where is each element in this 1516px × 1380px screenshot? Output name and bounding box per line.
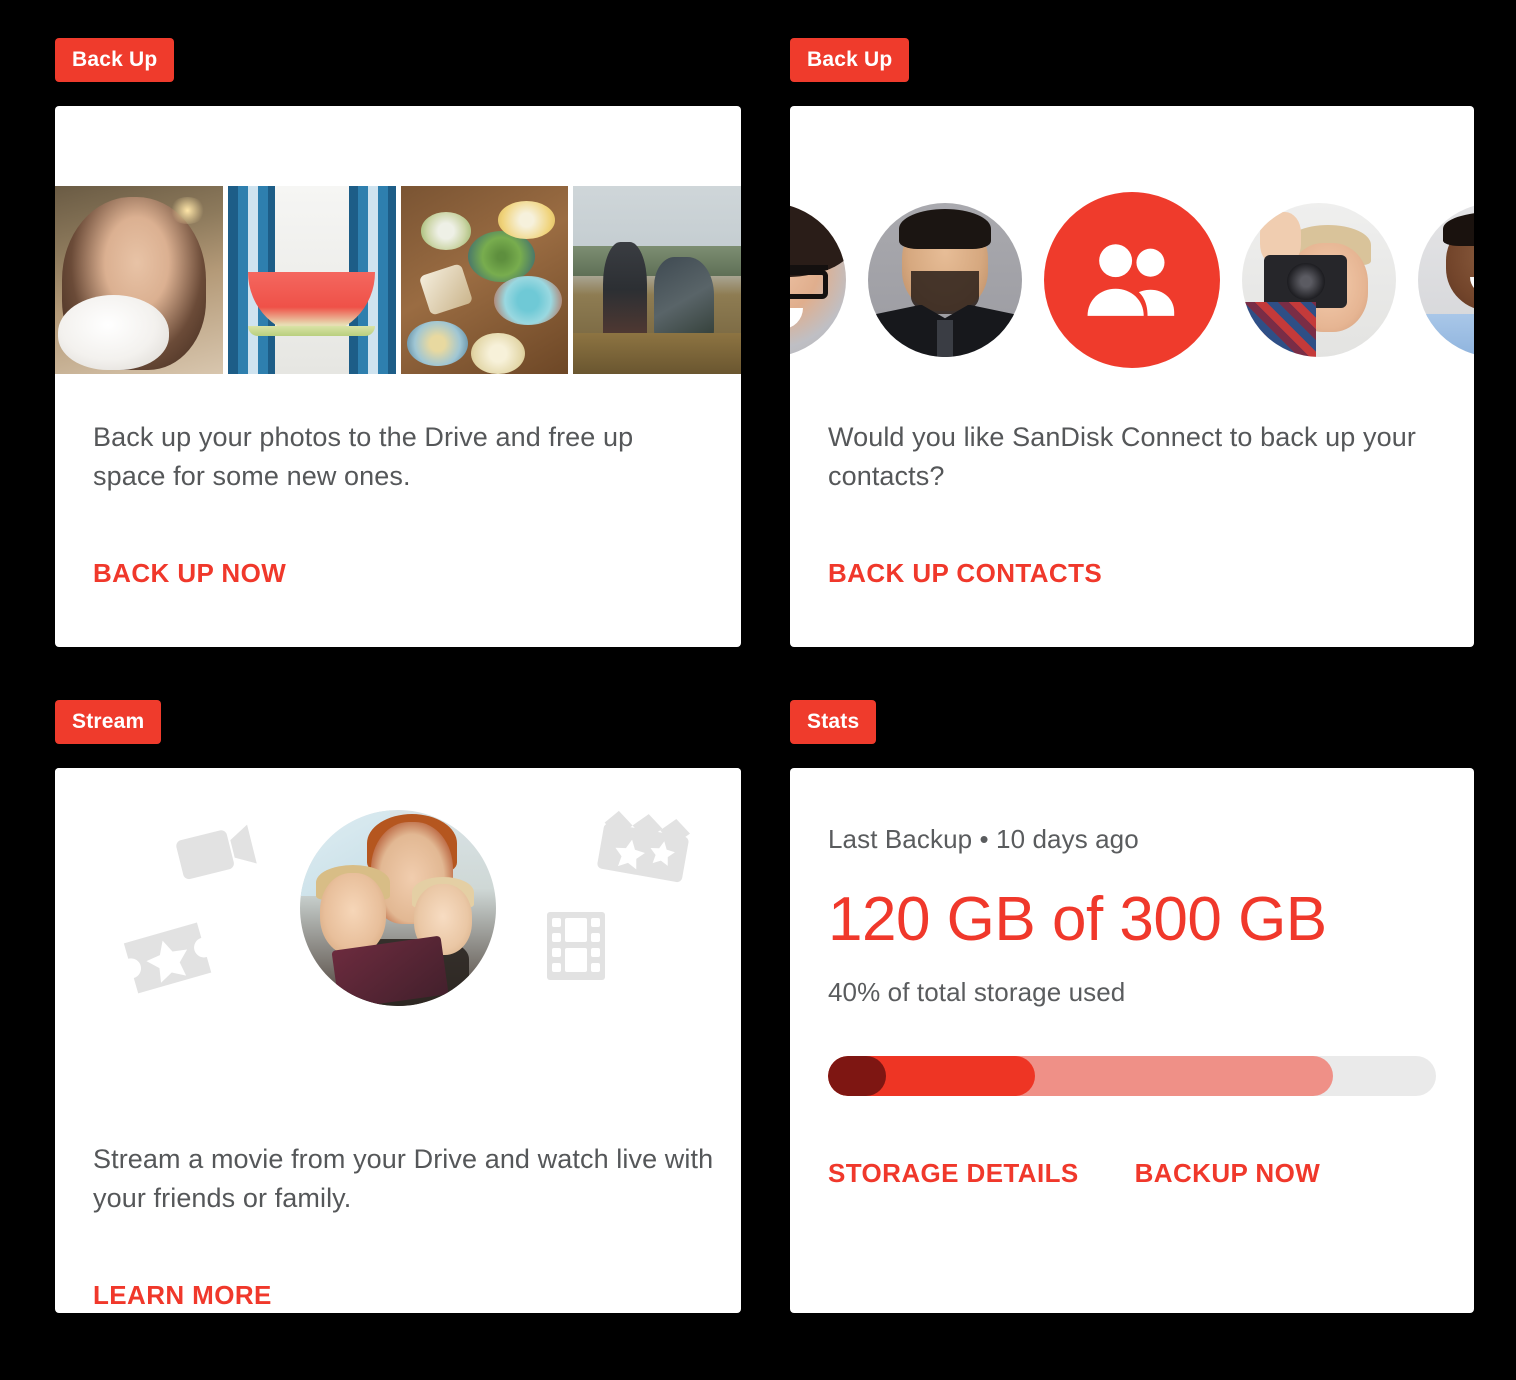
man-in-blue-shirt-avatar bbox=[1418, 203, 1474, 357]
mother-and-children-watching-tablet-photo bbox=[300, 810, 496, 1006]
tag-stream[interactable]: Stream bbox=[55, 700, 162, 744]
ticket-star-icon bbox=[123, 922, 212, 994]
hair-shape bbox=[898, 209, 992, 250]
storage-headline: 120 GB of 300 GB bbox=[828, 885, 1327, 954]
watermelon-slice-shape bbox=[247, 272, 376, 337]
backup-contacts-cell: Back Up Would you like SanDisk Connect t… bbox=[790, 38, 1474, 647]
woman-figure-shape bbox=[653, 257, 715, 344]
contacts-group-icon[interactable] bbox=[1044, 192, 1220, 368]
woman-with-glasses-avatar bbox=[790, 203, 846, 357]
bokeh-light bbox=[169, 197, 206, 224]
stream-illustration bbox=[55, 768, 741, 1064]
cards-board: Back Up Back up your photos to the Drive… bbox=[0, 0, 1516, 1380]
couple-outdoors-photo bbox=[573, 186, 741, 374]
backup-contacts-actions: BACK UP CONTACTS bbox=[828, 558, 1102, 589]
stream-actions: LEARN MORE bbox=[93, 1280, 272, 1311]
necktie-shape bbox=[937, 320, 953, 357]
backup-photos-cell: Back Up Back up your photos to the Drive… bbox=[55, 38, 741, 647]
learn-more-link[interactable]: LEARN MORE bbox=[93, 1280, 272, 1311]
food-dish-2 bbox=[467, 231, 535, 282]
last-backup-label: Last Backup • 10 days ago bbox=[828, 824, 1139, 854]
backup-now-link[interactable]: BACKUP NOW bbox=[1135, 1158, 1321, 1189]
storage-percent-label: 40% of total storage used bbox=[828, 977, 1126, 1007]
woman-with-camera-avatar bbox=[1242, 203, 1396, 357]
eyeglasses-shape bbox=[790, 264, 828, 299]
child-1-face-shape bbox=[319, 872, 387, 956]
food-dish-3 bbox=[497, 201, 555, 239]
backup-contacts-card[interactable]: Would you like SanDisk Connect to back u… bbox=[790, 106, 1474, 647]
camera-shape bbox=[1263, 255, 1347, 308]
food-board bbox=[418, 262, 473, 316]
food-dish-4 bbox=[494, 276, 562, 326]
hair-shape bbox=[1442, 212, 1474, 247]
clapperboard-icon bbox=[597, 810, 691, 883]
plaid-scarf-shape bbox=[1242, 301, 1316, 357]
smile-shape bbox=[790, 307, 803, 330]
photo-strip bbox=[55, 186, 741, 374]
contacts-avatar-row bbox=[790, 186, 1474, 374]
dark-segment bbox=[828, 1056, 886, 1096]
tag-back-up-photos[interactable]: Back Up bbox=[55, 38, 175, 82]
backup-photos-body: Back up your photos to the Drive and fre… bbox=[93, 422, 634, 492]
tag-stats[interactable]: Stats bbox=[790, 700, 877, 744]
backup-contacts-body: Would you like SanDisk Connect to back u… bbox=[828, 422, 1416, 492]
stats-cell: Stats Last Backup • 10 days ago 120 GB o… bbox=[790, 700, 1474, 1313]
tag-back-up-contacts[interactable]: Back Up bbox=[790, 38, 910, 82]
stats-actions: STORAGE DETAILS BACKUP NOW bbox=[828, 1158, 1436, 1189]
backup-photos-actions: BACK UP NOW bbox=[93, 558, 286, 589]
stream-cell: Stream Stream a movie from your Drive an… bbox=[55, 700, 741, 1313]
person-holding-watermelon-photo bbox=[227, 186, 396, 374]
woman-drinking-coffee-photo bbox=[55, 186, 223, 374]
food-dish-1 bbox=[420, 212, 471, 250]
film-strip-icon bbox=[547, 912, 605, 980]
stats-card[interactable]: Last Backup • 10 days ago 120 GB of 300 … bbox=[790, 768, 1474, 1313]
stream-card[interactable]: Stream a movie from your Drive and watch… bbox=[55, 768, 741, 1313]
food-dish-6 bbox=[470, 332, 525, 374]
overhead-food-table-photo bbox=[400, 186, 569, 374]
food-dish-5 bbox=[407, 321, 468, 367]
back-up-now-link[interactable]: BACK UP NOW bbox=[93, 558, 286, 589]
video-camera-icon bbox=[176, 824, 257, 880]
backup-photos-card[interactable]: Back up your photos to the Drive and fre… bbox=[55, 106, 741, 647]
blue-shirt-shape bbox=[1418, 313, 1474, 357]
ground-shape bbox=[573, 332, 741, 374]
stream-body: Stream a movie from your Drive and watch… bbox=[93, 1144, 714, 1214]
storage-progress-bar[interactable] bbox=[828, 1056, 1436, 1096]
back-up-contacts-link[interactable]: BACK UP CONTACTS bbox=[828, 558, 1102, 589]
storage-details-link[interactable]: STORAGE DETAILS bbox=[828, 1158, 1079, 1189]
man-in-suit-avatar bbox=[868, 203, 1022, 357]
